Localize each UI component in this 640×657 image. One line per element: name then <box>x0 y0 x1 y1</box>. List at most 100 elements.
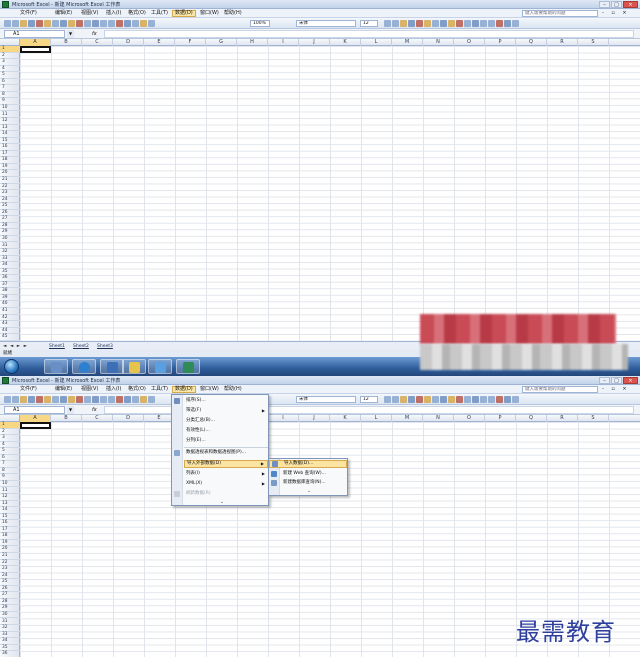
sheet-tab-2[interactable]: Sheet2 <box>73 343 89 350</box>
redo-icon[interactable] <box>100 396 107 403</box>
font-color-icon[interactable] <box>512 20 519 27</box>
decrease-decimal-icon[interactable] <box>472 20 479 27</box>
sort-desc-icon[interactable] <box>132 20 139 27</box>
standard-toolbar-icons[interactable] <box>4 396 155 403</box>
font-name-select[interactable]: 宋体 <box>296 20 356 27</box>
italic-icon[interactable] <box>392 20 399 27</box>
row-header[interactable]: 20 <box>0 170 20 177</box>
sort-desc-icon[interactable] <box>132 396 139 403</box>
row-header[interactable]: 30 <box>0 612 20 619</box>
column-header[interactable]: N <box>423 39 454 46</box>
column-header[interactable]: P <box>485 415 516 422</box>
taskbar-media[interactable] <box>100 359 124 374</box>
comma-icon[interactable] <box>456 20 463 27</box>
sheet-tab-1[interactable]: Sheet1 <box>49 343 65 350</box>
maximize-button[interactable]: □ <box>611 1 622 8</box>
row-header[interactable]: 5 <box>0 448 20 455</box>
column-header[interactable]: L <box>361 39 392 46</box>
new-icon[interactable] <box>4 20 11 27</box>
taskbar-ie[interactable] <box>72 359 96 374</box>
data-menu-list[interactable]: 列表(I) ▶ <box>172 470 268 478</box>
row-header[interactable]: 5 <box>0 72 20 79</box>
menu-insert[interactable]: 插入(I) <box>104 10 123 17</box>
close-button[interactable]: × <box>623 377 638 384</box>
column-header[interactable]: C <box>82 415 113 422</box>
print-icon[interactable] <box>36 396 43 403</box>
menu-expand-chevron-icon[interactable]: ⌄ <box>212 499 232 505</box>
row-header[interactable]: 20 <box>0 546 20 553</box>
start-button-icon[interactable] <box>4 359 19 374</box>
hyperlink-icon[interactable] <box>108 396 115 403</box>
row-header[interactable]: 40 <box>0 301 20 308</box>
preview-icon[interactable] <box>44 396 51 403</box>
format-painter-icon[interactable] <box>84 396 91 403</box>
copy-icon[interactable] <box>68 20 75 27</box>
fx-icon[interactable]: fx <box>92 406 97 414</box>
decrease-indent-icon[interactable] <box>480 20 487 27</box>
help-search-input[interactable]: 键入需要帮助的问题 <box>522 386 598 393</box>
open-icon[interactable] <box>12 396 19 403</box>
fill-color-icon[interactable] <box>504 20 511 27</box>
menu-data[interactable]: 数据(D) <box>172 10 196 17</box>
borders-icon[interactable] <box>496 396 503 403</box>
drawing-icon[interactable] <box>148 396 155 403</box>
align-right-icon[interactable] <box>424 20 431 27</box>
workbook-window-controls[interactable]: - ▫ × <box>602 10 630 17</box>
underline-icon[interactable] <box>400 20 407 27</box>
column-header[interactable]: B <box>51 39 82 46</box>
menu-help[interactable]: 帮助(H) <box>222 386 244 393</box>
fill-color-icon[interactable] <box>504 396 511 403</box>
row-header[interactable]: 45 <box>0 334 20 341</box>
standard-toolbar-icons[interactable] <box>4 20 155 27</box>
taskbar-explorer[interactable] <box>44 359 68 374</box>
column-header[interactable]: K <box>330 39 361 46</box>
column-header[interactable]: P <box>485 39 516 46</box>
column-header[interactable]: Q <box>516 39 547 46</box>
column-header[interactable]: I <box>268 415 299 422</box>
permission-icon[interactable] <box>28 20 35 27</box>
decrease-decimal-icon[interactable] <box>472 396 479 403</box>
chevron-down-icon[interactable]: ▼ <box>67 30 74 38</box>
column-header[interactable]: G <box>206 39 237 46</box>
formula-input[interactable] <box>104 30 634 38</box>
percent-icon[interactable] <box>448 20 455 27</box>
paste-icon[interactable] <box>76 396 83 403</box>
merge-center-icon[interactable] <box>432 396 439 403</box>
help-search-input[interactable]: 键入需要帮助的问题 <box>522 10 598 17</box>
align-right-icon[interactable] <box>424 396 431 403</box>
data-menu-pivot-table[interactable]: 数据透视表和数据透视图(P)... <box>172 449 268 457</box>
column-header[interactable]: A <box>20 39 51 46</box>
column-header[interactable]: D <box>113 39 144 46</box>
select-all-corner[interactable] <box>0 415 20 422</box>
sort-asc-icon[interactable] <box>124 20 131 27</box>
data-menu-xml[interactable]: XML(X) ▶ <box>172 480 268 488</box>
menu-tools[interactable]: 工具(T) <box>149 10 170 17</box>
column-header[interactable]: F <box>175 39 206 46</box>
redo-icon[interactable] <box>100 20 107 27</box>
increase-decimal-icon[interactable] <box>464 20 471 27</box>
hyperlink-icon[interactable] <box>108 20 115 27</box>
menu-expand-chevron-icon[interactable]: ⌄ <box>299 488 319 494</box>
column-header[interactable]: J <box>299 415 330 422</box>
underline-icon[interactable] <box>400 396 407 403</box>
column-header[interactable]: M <box>392 39 423 46</box>
align-left-icon[interactable] <box>408 20 415 27</box>
taskbar-folder[interactable] <box>122 359 146 374</box>
menu-tools[interactable]: 工具(T) <box>149 386 170 393</box>
cut-icon[interactable] <box>60 396 67 403</box>
maximize-button[interactable]: □ <box>611 377 622 384</box>
bold-icon[interactable] <box>384 396 391 403</box>
merge-center-icon[interactable] <box>432 20 439 27</box>
chevron-down-icon[interactable]: ▼ <box>67 406 74 414</box>
font-color-icon[interactable] <box>512 396 519 403</box>
column-header[interactable]: N <box>423 415 454 422</box>
paste-icon[interactable] <box>76 20 83 27</box>
menu-format[interactable]: 格式(O) <box>126 386 148 393</box>
sheet-tab-3[interactable]: Sheet3 <box>97 343 113 350</box>
column-header[interactable]: R <box>547 39 578 46</box>
menu-view[interactable]: 视图(V) <box>79 386 100 393</box>
font-size-select[interactable]: 12 <box>360 20 378 27</box>
column-header[interactable]: M <box>392 415 423 422</box>
cell-grid[interactable] <box>0 46 640 341</box>
column-header[interactable]: K <box>330 415 361 422</box>
